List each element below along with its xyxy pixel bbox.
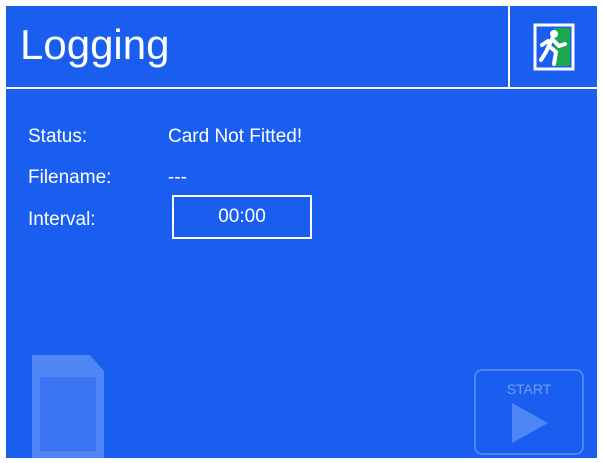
header-bar: Logging xyxy=(6,6,597,89)
filename-value: --- xyxy=(168,167,187,188)
status-value: Card Not Fitted! xyxy=(168,126,303,147)
exit-door-icon xyxy=(533,23,574,70)
exit-button[interactable] xyxy=(508,6,597,87)
start-button[interactable]: START xyxy=(474,369,584,455)
play-icon xyxy=(512,403,548,443)
page-title: Logging xyxy=(20,21,170,68)
interval-label: Interval: xyxy=(28,209,96,230)
status-label: Status: xyxy=(28,126,88,147)
logging-screen: Logging Status: Card Not Fitted! Filenam… xyxy=(6,6,597,458)
filename-row: Filename: --- xyxy=(6,162,597,194)
interval-input[interactable]: 00:00 xyxy=(172,195,312,239)
filename-label: Filename: xyxy=(28,167,112,188)
status-row: Status: Card Not Fitted! xyxy=(6,121,597,153)
sd-card-icon xyxy=(32,355,104,458)
start-label: START xyxy=(506,381,552,397)
